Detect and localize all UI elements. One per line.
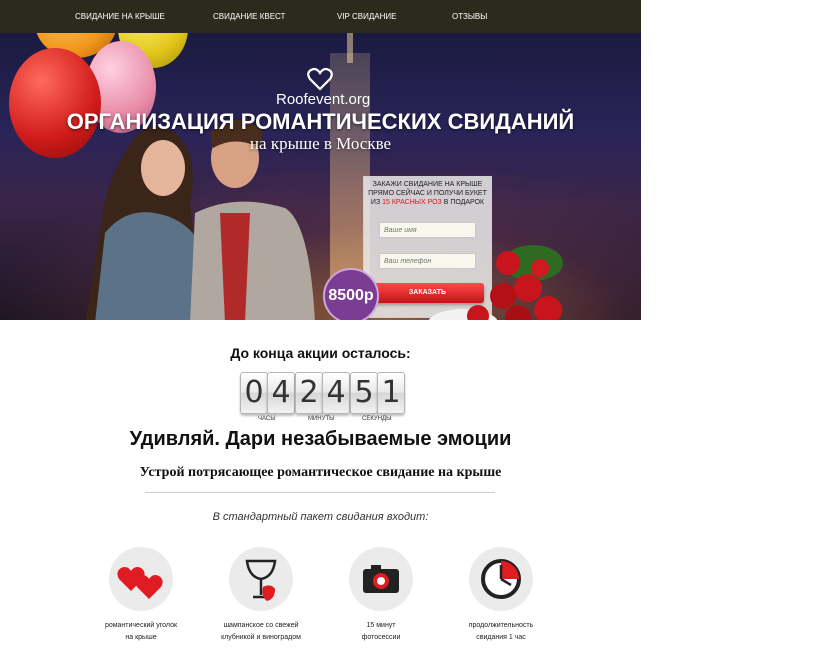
package-intro: В стандартный пакет свидания входит: [212, 511, 429, 523]
feature-timer [469, 547, 533, 611]
site-logo-text: Roofevent.org [276, 91, 371, 108]
feature-camera [349, 547, 413, 611]
countdown-digit: 4 [267, 372, 295, 414]
subheadline: Устрой потрясающее романтическое свидани… [139, 465, 502, 480]
nav-item-vip-date[interactable]: VIP СВИДАНИЕ [337, 12, 396, 21]
feature-label-line: фотосессии [361, 634, 401, 641]
nav-item-rooftop-date[interactable]: СВИДАНИЕ НА КРЫШЕ [75, 12, 165, 21]
champagne-strawberry-icon [245, 559, 277, 601]
countdown-digit: 1 [377, 372, 405, 414]
nav-item-quest-date[interactable]: СВИДАНИЕ КВЕСТ [213, 12, 285, 21]
form-offer-line-3: ИЗ 15 КРАСНЫХ РОЗ В ПОДАРОК [364, 199, 491, 206]
countdown-digit: 4 [322, 372, 350, 414]
feature-label-hearts: романтический уголок на крыше [86, 620, 196, 644]
feature-label-line: романтический уголок [104, 622, 178, 629]
minutes-label: МИНУТЫ [308, 416, 335, 422]
countdown-digit: 5 [350, 372, 378, 414]
hearts-icon [117, 567, 163, 599]
feature-label-camera: 15 минут фотосессии [326, 620, 436, 644]
headline: Удивляй. Дари незабываемые эмоции [129, 428, 512, 450]
form-offer-highlight: 15 КРАСНЫХ РОЗ [382, 199, 442, 206]
roses-bouquet-image [428, 245, 563, 320]
hero-subtitle: на крыше в Москве [249, 134, 392, 153]
hours-label: ЧАСЫ [258, 416, 276, 422]
feature-label-line: свидания 1 час [476, 634, 526, 641]
form-offer-suffix: В ПОДАРОК [441, 199, 485, 206]
feature-label-line: продолжительность [468, 622, 534, 629]
feature-label-line: на крыше [125, 634, 157, 641]
form-offer-line-1: ЗАКАЖИ СВИДАНИЕ НА КРЫШЕ [372, 181, 483, 188]
camera-icon [363, 565, 399, 593]
price-badge: 8500р [323, 268, 379, 320]
feature-champagne [229, 547, 293, 611]
countdown-title: До конца акции осталось: [230, 345, 411, 361]
top-navigation: СВИДАНИЕ НА КРЫШЕ СВИДАНИЕ КВЕСТ VIP СВИ… [0, 0, 641, 33]
countdown-timer: 0 4 2 4 5 1 [240, 372, 405, 414]
timer-icon [481, 559, 521, 599]
divider [145, 492, 495, 493]
form-offer-prefix: ИЗ [370, 199, 383, 206]
form-offer-line-2: ПРЯМО СЕЙЧАС И ПОЛУЧИ БУКЕТ [368, 190, 487, 197]
feature-label-champagne: шампанское со свежей клубникой и виногра… [206, 620, 316, 644]
feature-label-timer: продолжительность свидания 1 час [446, 620, 556, 644]
nav-item-reviews[interactable]: ОТЗЫВЫ [452, 12, 487, 21]
countdown-digit: 0 [240, 372, 268, 414]
feature-label-line: клубникой и виноградом [221, 634, 301, 641]
countdown-digit: 2 [295, 372, 323, 414]
feature-label-line: 15 минут [366, 622, 396, 629]
hero-title: ОРГАНИЗАЦИЯ РОМАНТИЧЕСКИХ СВИДАНИЙ [66, 109, 575, 134]
feature-label-line: шампанское со свежей [223, 622, 299, 629]
feature-hearts [109, 547, 173, 611]
seconds-label: СЕКУНДЫ [362, 416, 392, 422]
heart-logo-icon [307, 67, 333, 91]
hero-banner: Roofevent.org ОРГАНИЗАЦИЯ РОМАНТИЧЕСКИХ … [0, 33, 641, 320]
